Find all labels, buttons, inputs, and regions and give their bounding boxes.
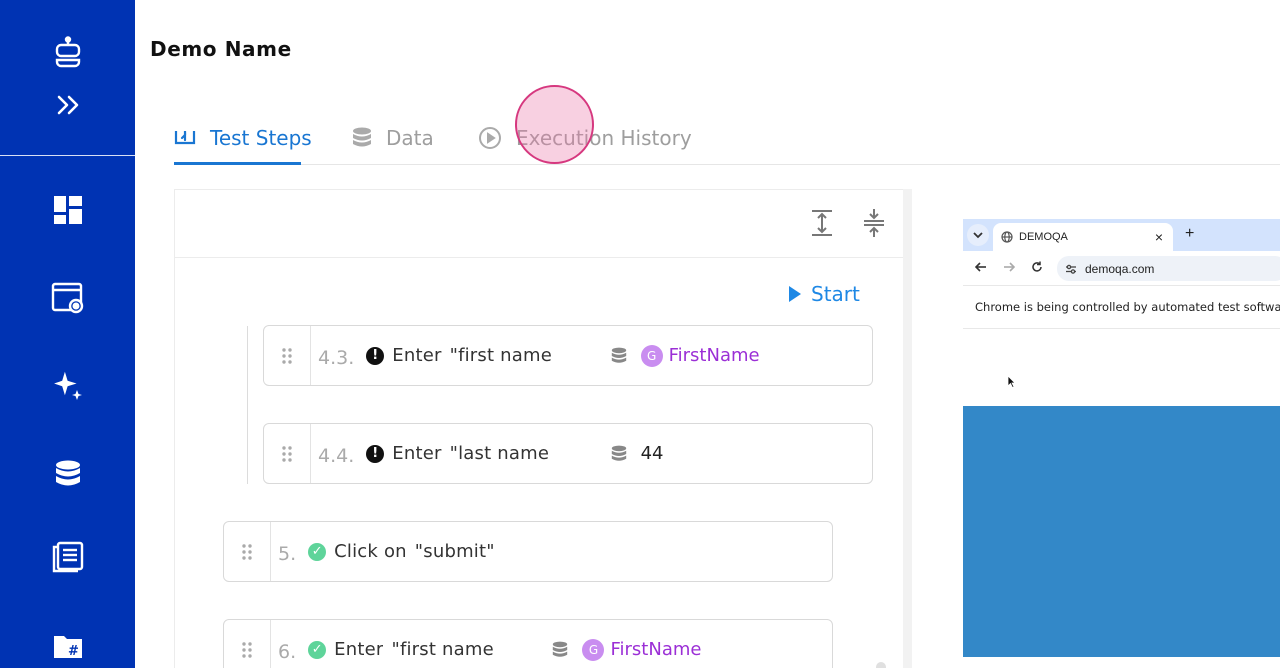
url-text: demoqa.com	[1085, 261, 1155, 276]
browser-address-bar: demoqa.com	[963, 251, 1280, 285]
play-circle-icon	[478, 126, 502, 150]
browser-screenshot: DEMOQA × + demoqa.com Chrome is being co…	[963, 219, 1280, 657]
panel-scrollbar[interactable]	[876, 662, 886, 668]
chevrons-right-icon[interactable]	[48, 85, 88, 125]
step-row-4-3[interactable]: 4.3. ! Enter "first name G FirstName	[263, 325, 873, 386]
active-tab-indicator	[174, 162, 301, 165]
step-number: 5.	[278, 542, 297, 565]
step-value-variable[interactable]: FirstName	[669, 345, 760, 366]
site-settings-icon[interactable]	[1065, 264, 1077, 274]
click-indicator	[515, 85, 594, 164]
robot-icon[interactable]	[48, 33, 88, 73]
sidebar: #	[0, 0, 135, 668]
globe-icon	[1001, 231, 1013, 243]
start-label: Start	[811, 282, 860, 306]
mouse-pointer-icon	[1007, 375, 1016, 393]
error-status-icon: !	[366, 444, 385, 463]
step-action: Enter	[334, 639, 384, 660]
automation-infobar: Chrome is being controlled by automated …	[963, 285, 1280, 329]
step-number: 6.	[278, 640, 297, 663]
browser-tab-strip: DEMOQA × +	[963, 219, 1280, 251]
database-icon[interactable]	[48, 454, 88, 494]
steps-toolbar	[175, 190, 903, 258]
play-icon	[789, 286, 801, 302]
step-row-4-4[interactable]: 4.4. ! Enter "last name 44	[263, 423, 873, 484]
start-button[interactable]: Start	[789, 282, 860, 306]
tab-test-steps[interactable]: Test Steps	[174, 110, 312, 165]
data-source-icon	[552, 641, 568, 659]
back-icon[interactable]	[974, 260, 987, 278]
tab-bar: Test Steps Data Execution History	[174, 110, 1280, 165]
folder-hash-icon[interactable]: #	[48, 626, 88, 666]
dashboard-icon[interactable]	[48, 190, 88, 230]
step-row-6[interactable]: 6. ✓ Enter "first name G FirstName	[223, 619, 833, 668]
drag-handle-icon[interactable]	[224, 620, 271, 668]
data-source-icon	[611, 347, 627, 365]
reload-icon[interactable]	[1031, 260, 1043, 278]
step-action: Enter	[392, 345, 442, 366]
browser-tab-title: DEMOQA	[1019, 231, 1068, 243]
error-status-icon: !	[366, 346, 385, 365]
step-target: "first name	[391, 639, 494, 660]
reports-icon[interactable]	[48, 537, 88, 577]
drag-handle-icon[interactable]	[264, 424, 311, 483]
close-tab-icon[interactable]: ×	[1155, 229, 1163, 245]
drag-handle-icon[interactable]	[224, 522, 271, 581]
drag-handle-icon[interactable]	[264, 326, 311, 385]
tab-data[interactable]: Data	[352, 110, 434, 165]
tab-label: Data	[386, 125, 434, 150]
nested-group-line	[247, 326, 248, 484]
url-input[interactable]: demoqa.com	[1057, 256, 1280, 281]
step-target: "last name	[449, 443, 550, 464]
step-target: "first name	[449, 345, 553, 366]
global-variable-badge: G	[640, 344, 663, 367]
new-tab-icon[interactable]: +	[1185, 225, 1194, 243]
step-number: 4.3.	[318, 346, 355, 369]
step-value-literal[interactable]: 44	[641, 443, 664, 464]
step-row-5[interactable]: 5. ✓ Click on "submit"	[223, 521, 833, 582]
success-status-icon: ✓	[308, 640, 327, 659]
svg-text:#: #	[68, 644, 79, 659]
browser-tab[interactable]: DEMOQA ×	[993, 223, 1173, 251]
step-action: Enter	[392, 443, 442, 464]
panel-resizer[interactable]	[903, 189, 912, 668]
database-icon	[352, 127, 372, 149]
step-target: "submit"	[414, 541, 495, 562]
page-banner	[963, 406, 1280, 657]
page-title: Demo Name	[150, 37, 292, 61]
tab-label: Test Steps	[210, 125, 312, 150]
expand-all-icon[interactable]	[807, 208, 837, 238]
collapse-all-icon[interactable]	[859, 208, 889, 238]
window-settings-icon[interactable]	[48, 278, 88, 318]
tab-search-icon[interactable]	[967, 224, 989, 246]
step-action: Click on	[334, 541, 407, 562]
test-steps-icon	[174, 127, 196, 149]
sparkles-icon[interactable]	[48, 366, 88, 406]
forward-icon[interactable]	[1003, 260, 1016, 278]
step-number: 4.4.	[318, 444, 355, 467]
success-status-icon: ✓	[308, 542, 327, 561]
step-value-variable[interactable]: FirstName	[610, 639, 701, 660]
data-source-icon	[611, 445, 627, 463]
global-variable-badge: G	[582, 638, 605, 661]
sidebar-divider	[0, 155, 135, 156]
test-steps-panel: Start 4.3. ! Enter "first name G FirstNa…	[174, 189, 904, 668]
